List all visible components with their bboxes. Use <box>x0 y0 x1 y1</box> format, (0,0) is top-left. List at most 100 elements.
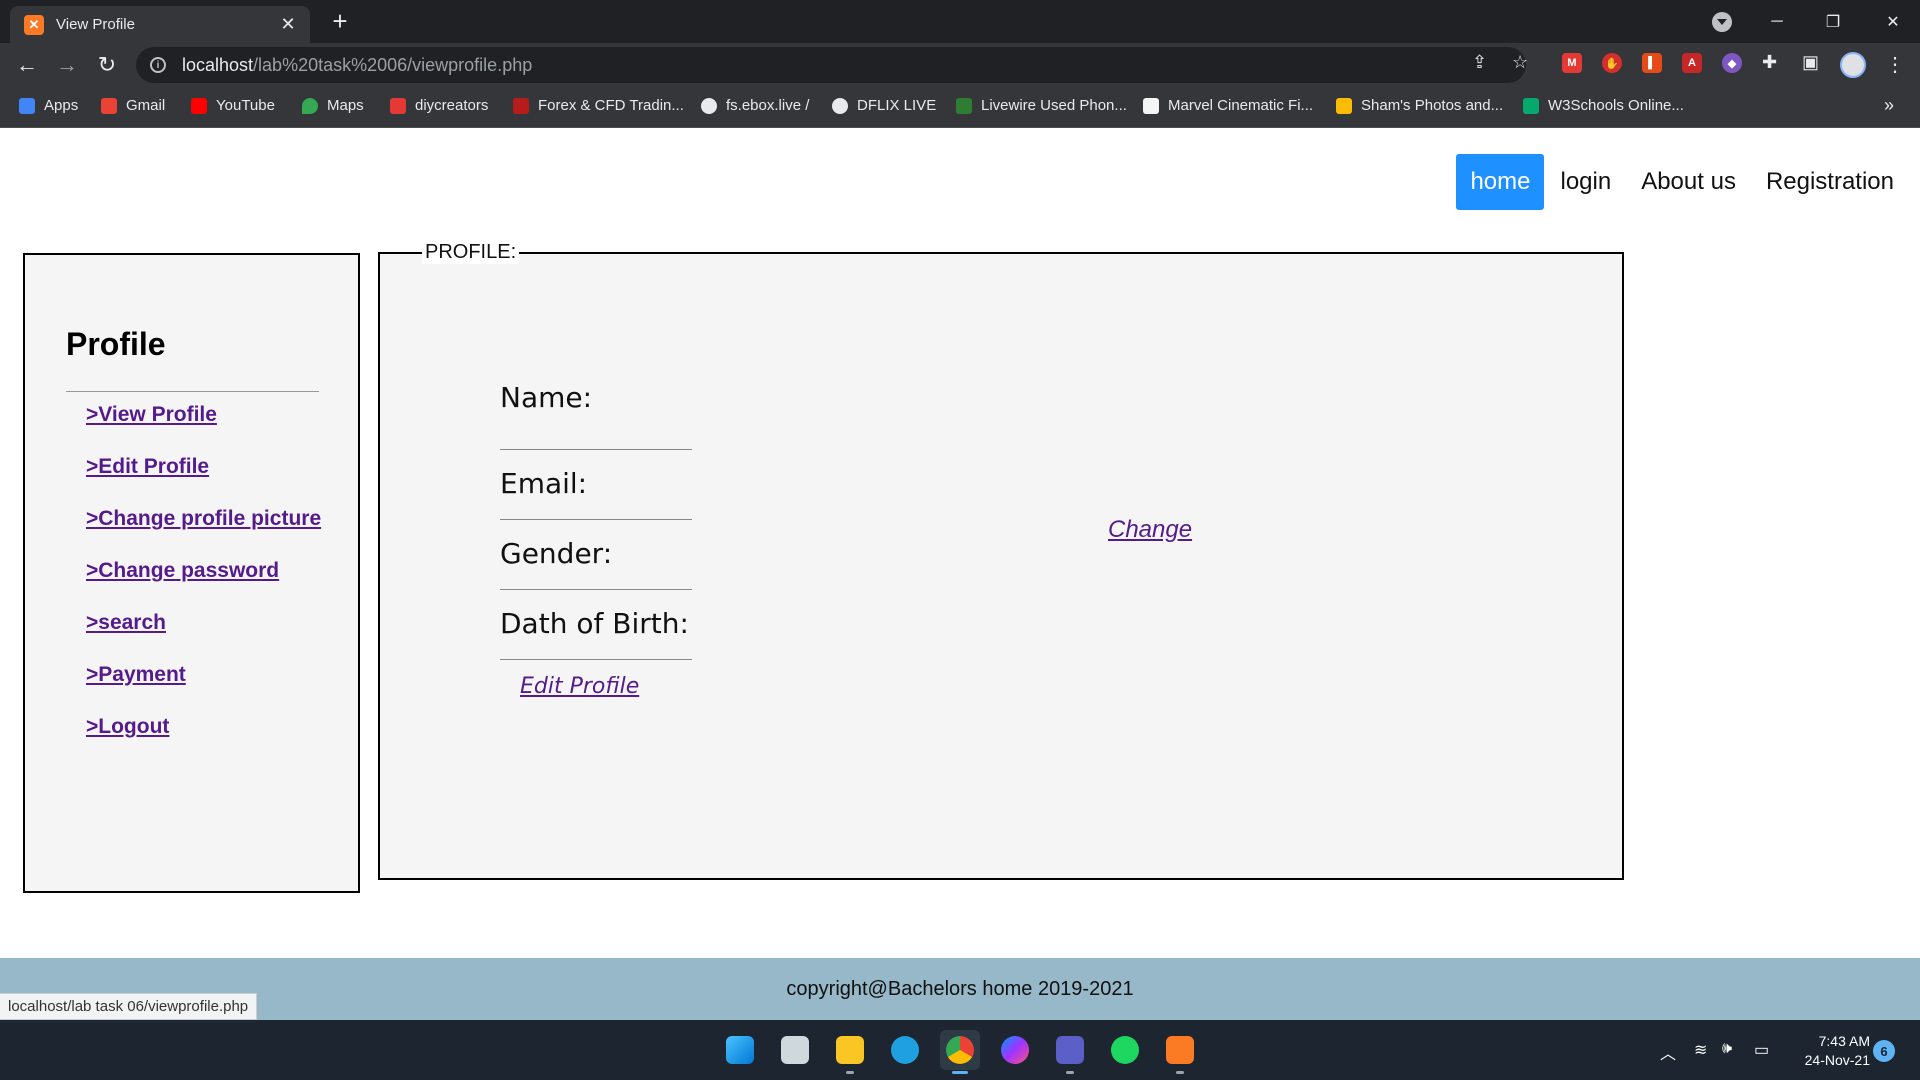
sidebar-link-change-password[interactable]: >Change password <box>86 559 279 582</box>
messenger-icon <box>1001 1036 1029 1064</box>
browser-menu-icon[interactable]: ⋮ <box>1885 52 1905 77</box>
youtube-icon <box>191 97 207 114</box>
footer-copyright: copyright@Bachelors home 2019-2021 <box>786 977 1134 1000</box>
sidebar-link-payment[interactable]: >Payment <box>86 663 186 686</box>
globe-icon <box>701 97 717 114</box>
bookmark-forex[interactable]: Forex & CFD Tradin... <box>513 97 684 114</box>
share-icon[interactable]: ⇪ <box>1472 52 1487 73</box>
start-button[interactable] <box>720 1030 760 1070</box>
apps-grid-icon <box>19 97 35 114</box>
colorful-extension-icon[interactable]: ◆ <box>1722 53 1742 73</box>
edit-profile-link[interactable]: Edit Profile <box>520 674 639 699</box>
close-tab-icon[interactable]: ✕ <box>278 14 298 35</box>
chrome-icon <box>946 1036 974 1064</box>
nav-login-link[interactable]: login <box>1546 154 1625 210</box>
sidebar-divider <box>66 391 319 392</box>
taskbar-app-messenger[interactable] <box>995 1030 1035 1070</box>
windows-taskbar: ︿ ≋ 🕪 ▭ 7:43 AM 24-Nov-21 6 <box>0 1020 1920 1080</box>
side-panel-icon[interactable]: ▣ <box>1802 52 1819 73</box>
bookmark-diycreators[interactable]: diycreators <box>390 97 488 114</box>
forward-button[interactable]: → <box>51 49 83 81</box>
bookmark-fs-ebox[interactable]: fs.ebox.live / <box>701 97 809 114</box>
mega-extension-icon[interactable]: M <box>1562 53 1582 73</box>
taskbar-app-edge[interactable] <box>885 1030 925 1070</box>
bookmark-maps[interactable]: Maps <box>302 97 364 114</box>
diycreators-icon <box>390 97 406 114</box>
taskbar-app-monitor[interactable] <box>775 1030 815 1070</box>
back-button[interactable]: ← <box>11 49 43 81</box>
folder-icon <box>836 1036 864 1064</box>
taskbar-app-chrome[interactable] <box>940 1030 980 1074</box>
tray-overflow-chevron-icon[interactable]: ︿ <box>1660 1040 1676 1064</box>
globe-icon <box>832 97 848 114</box>
taskbar-app-xampp[interactable] <box>1160 1030 1200 1074</box>
nav-registration-link[interactable]: Registration <box>1752 154 1908 210</box>
profile-legend: PROFILE: <box>422 241 520 264</box>
field-email-label: Email: <box>500 450 692 520</box>
edge-icon <box>891 1036 919 1064</box>
change-picture-link[interactable]: Change <box>1108 516 1192 544</box>
more-bookmarks-icon[interactable]: » <box>1884 95 1894 116</box>
bookmark-w3schools[interactable]: W3Schools Online... <box>1523 97 1684 114</box>
tab-search-icon[interactable] <box>1712 12 1732 32</box>
new-tab-button[interactable]: + <box>325 8 355 34</box>
restore-window-button[interactable]: ❐ <box>1806 0 1860 43</box>
nav-about-link[interactable]: About us <box>1627 154 1750 210</box>
nav-home-link[interactable]: home <box>1456 154 1545 210</box>
minimize-window-button[interactable]: ─ <box>1750 0 1804 43</box>
browser-tab-bar: ✕ View Profile ✕ + ─ ❐ ✕ <box>0 0 1920 43</box>
reload-button[interactable]: ↻ <box>91 49 123 81</box>
marvel-icon <box>1143 97 1159 114</box>
bookmark-apps[interactable]: Apps <box>19 97 78 114</box>
office-extension-icon[interactable]: ▌ <box>1642 53 1662 73</box>
site-info-icon[interactable]: i <box>150 57 166 73</box>
bookmark-star-icon[interactable]: ☆ <box>1512 52 1528 73</box>
bookmark-marvel[interactable]: Marvel Cinematic Fi... <box>1143 97 1313 114</box>
maps-pin-icon <box>302 97 318 114</box>
sidebar-link-view-profile[interactable]: >View Profile <box>86 403 217 426</box>
acrobat-extension-icon[interactable]: A <box>1682 53 1702 73</box>
battery-icon[interactable]: ▭ <box>1754 1040 1769 1060</box>
address-bar[interactable]: i localhost/lab%20task%2006/viewprofile.… <box>136 47 1526 83</box>
field-dob-label: Dath of Birth: <box>500 590 692 660</box>
wifi-icon[interactable]: ≋ <box>1694 1040 1707 1060</box>
clock-time: 7:43 AM <box>1818 1033 1870 1049</box>
bookmark-gmail[interactable]: Gmail <box>101 97 165 114</box>
taskbar-app-file-explorer[interactable] <box>830 1030 870 1074</box>
sidebar-menu: >View Profile >Edit Profile >Change prof… <box>86 403 321 767</box>
close-window-button[interactable]: ✕ <box>1866 0 1920 43</box>
bookmark-drive[interactable]: Sham's Photos and... <box>1336 97 1503 114</box>
browser-toolbar: ← → ↻ i localhost/lab%20task%2006/viewpr… <box>0 43 1920 87</box>
top-navigation: home login About us Registration <box>1454 154 1908 210</box>
teams-icon <box>1056 1036 1084 1064</box>
spotify-icon <box>1111 1036 1139 1064</box>
extensions-puzzle-icon[interactable]: ✚ <box>1762 52 1777 73</box>
profile-fieldset: PROFILE: Name: Email: Gender: Dath of Bi… <box>378 241 1624 880</box>
clock-date: 24-Nov-21 <box>1804 1052 1870 1068</box>
taskbar-clock[interactable]: 7:43 AM 24-Nov-21 <box>1790 1032 1870 1070</box>
tab-title: View Profile <box>56 16 135 33</box>
bookmark-dflix[interactable]: DFLIX LIVE <box>832 97 936 114</box>
xampp-icon: ✕ <box>24 14 44 35</box>
bookmark-youtube[interactable]: YouTube <box>191 97 275 114</box>
sidebar-link-change-picture[interactable]: >Change profile picture <box>86 507 321 530</box>
link-status-bar: localhost/lab task 06/viewprofile.php <box>0 993 258 1020</box>
taskbar-app-spotify[interactable] <box>1105 1030 1145 1070</box>
volume-icon[interactable]: 🕪 <box>1722 1040 1732 1058</box>
taskbar-app-teams[interactable] <box>1050 1030 1090 1074</box>
w3schools-icon <box>1523 97 1539 114</box>
page-footer: copyright@Bachelors home 2019-2021 <box>0 958 1920 1020</box>
bookmarks-bar: Apps Gmail YouTube Maps diycreators Fore… <box>0 87 1920 128</box>
sidebar-link-search[interactable]: >search <box>86 611 166 634</box>
profile-fields: Name: Email: Gender: Dath of Birth: <box>500 380 692 660</box>
sidebar-title: Profile <box>66 326 166 362</box>
adblock-extension-icon[interactable]: ✋ <box>1602 53 1622 73</box>
sidebar-link-logout[interactable]: >Logout <box>86 715 169 738</box>
notification-badge[interactable]: 6 <box>1873 1040 1895 1062</box>
livewire-icon <box>956 97 972 114</box>
bookmark-livewire[interactable]: Livewire Used Phon... <box>956 97 1127 114</box>
sidebar-link-edit-profile[interactable]: >Edit Profile <box>86 455 209 478</box>
browser-tab-active[interactable]: ✕ View Profile ✕ <box>10 6 310 43</box>
performance-monitor-icon <box>781 1036 809 1064</box>
profile-avatar-icon[interactable] <box>1840 52 1866 78</box>
